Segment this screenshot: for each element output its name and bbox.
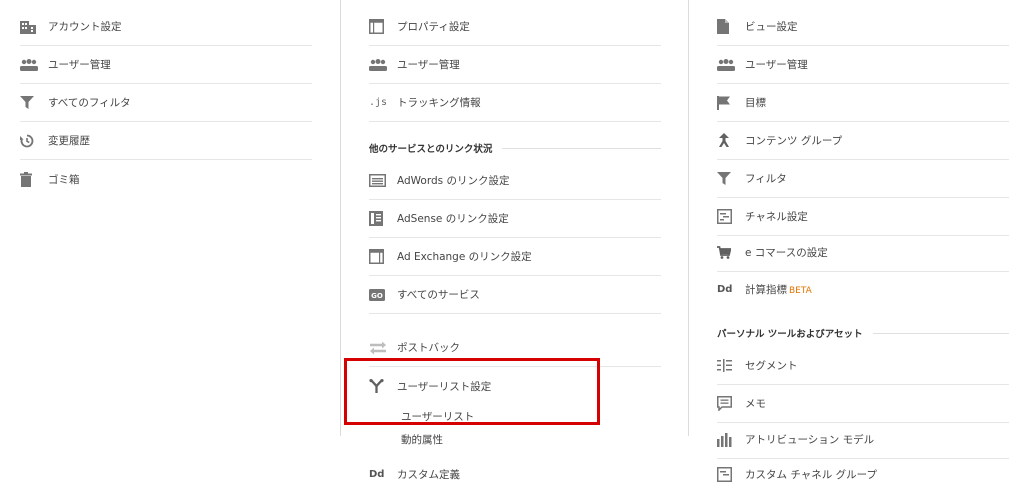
view-settings-label: ビュー設定 [745, 21, 798, 33]
channel-settings-label: チャネル設定 [745, 211, 808, 223]
note-icon [717, 396, 745, 411]
beta-badge: BETA [789, 285, 812, 296]
postback-icon [369, 340, 397, 356]
all-services-label: すべてのサービス [397, 289, 480, 301]
postback-item[interactable]: ポストバック [369, 329, 661, 367]
segment-icon [717, 359, 745, 372]
channel-settings-item[interactable]: チャネル設定 [717, 198, 1009, 236]
view-user-management-label: ユーザー管理 [745, 59, 808, 71]
account-user-management-item[interactable]: ユーザー管理 [20, 46, 312, 84]
goals-item[interactable]: 目標 [717, 84, 1009, 122]
trash-icon [20, 171, 48, 187]
content-grouping-label: コンテンツ グループ [745, 135, 843, 147]
custom-definitions-item[interactable]: Dd カスタム定義 [369, 455, 661, 493]
property-settings-item[interactable]: プロパティ設定 [369, 8, 661, 46]
custom-channel-grouping-item[interactable]: カスタム チャネル グループ [717, 455, 1009, 493]
adsense-icon [369, 211, 397, 226]
notes-label: メモ [745, 398, 766, 410]
segments-label: セグメント [745, 360, 798, 372]
view-column: ビュー設定 ユーザー管理 目標 コンテンツ グループ フィルタ チャネル設定 e… [688, 0, 1009, 482]
view-filters-item[interactable]: フィルタ [717, 160, 1009, 198]
trash-label: ゴミ箱 [48, 173, 80, 186]
dd-icon: Dd [717, 283, 733, 295]
attribution-models-label: アトリビューション モデル [745, 434, 875, 446]
dd-icon: Dd [369, 468, 385, 480]
calculated-metrics-item[interactable]: Dd 計算指標 BETA [717, 270, 1009, 308]
attribution-models-item[interactable]: アトリビューション モデル [717, 421, 1009, 459]
account-settings-label: アカウント設定 [48, 21, 122, 33]
dynamic-attributes-link[interactable]: 動的属性 [401, 432, 443, 447]
account-settings-item[interactable]: アカウント設定 [20, 8, 312, 46]
adwords-icon [369, 174, 397, 187]
adsense-link-item[interactable]: AdSense のリンク設定 [369, 200, 661, 238]
property-column: プロパティ設定 ユーザー管理 .js トラッキング情報 他のサービスとのリンク状… [340, 0, 661, 481]
view-filters-label: フィルタ [745, 173, 787, 185]
filter-icon [717, 172, 745, 185]
flag-icon [717, 95, 745, 110]
bar-chart-icon [717, 432, 745, 447]
custom-definitions-label: カスタム定義 [397, 468, 460, 481]
channel-icon [717, 209, 745, 224]
postback-label: ポストバック [397, 342, 460, 354]
custom-channel-grouping-label: カスタム チャネル グループ [745, 468, 877, 481]
change-history-label: 変更履歴 [48, 135, 90, 147]
change-history-item[interactable]: 変更履歴 [20, 122, 312, 160]
all-filters-label: すべてのフィルタ [48, 97, 131, 109]
view-settings-item[interactable]: ビュー設定 [717, 8, 1009, 46]
goals-label: 目標 [745, 97, 766, 109]
account-user-management-label: ユーザー管理 [48, 59, 111, 71]
js-icon: .js [369, 97, 388, 108]
user-list-settings-item[interactable]: ユーザーリスト設定 [369, 367, 661, 405]
content-grouping-item[interactable]: コンテンツ グループ [717, 122, 1009, 160]
window-icon [369, 249, 397, 264]
svg-text:GO: GO [371, 291, 383, 299]
personal-tools-section-title: パーソナル ツールおよびアセット [717, 325, 1009, 341]
adwords-link-item[interactable]: AdWords のリンク設定 [369, 162, 661, 200]
people-icon [369, 58, 397, 71]
property-settings-label: プロパティ設定 [397, 21, 470, 33]
user-list-settings-label: ユーザーリスト設定 [397, 380, 492, 393]
adsense-link-label: AdSense のリンク設定 [397, 213, 509, 225]
ad-exchange-link-label: Ad Exchange のリンク設定 [397, 251, 532, 263]
notes-item[interactable]: メモ [717, 385, 1009, 423]
cart-icon [717, 246, 745, 259]
building-icon [20, 20, 48, 34]
ecommerce-settings-label: e コマースの設定 [745, 247, 828, 259]
filter-icon [20, 96, 48, 109]
property-user-management-label: ユーザー管理 [397, 59, 460, 71]
trash-item[interactable]: ゴミ箱 [20, 160, 312, 198]
segments-item[interactable]: セグメント [717, 347, 1009, 385]
document-icon [717, 19, 745, 34]
all-filters-item[interactable]: すべてのフィルタ [20, 84, 312, 122]
user-list-link[interactable]: ユーザーリスト [401, 409, 474, 424]
people-icon [717, 58, 745, 71]
fork-icon [369, 378, 397, 394]
person-arrow-icon [717, 133, 745, 148]
go-icon: GO [369, 288, 397, 301]
all-services-item[interactable]: GO すべてのサービス [369, 276, 661, 314]
history-icon [20, 134, 48, 148]
tracking-info-label: トラッキング情報 [397, 97, 481, 109]
people-icon [20, 58, 48, 71]
linked-services-section-title: 他のサービスとのリンク状況 [369, 140, 661, 156]
window-icon [369, 19, 397, 34]
view-user-management-item[interactable]: ユーザー管理 [717, 46, 1009, 84]
adwords-link-label: AdWords のリンク設定 [397, 175, 510, 187]
ad-exchange-link-item[interactable]: Ad Exchange のリンク設定 [369, 238, 661, 276]
ecommerce-settings-item[interactable]: e コマースの設定 [717, 234, 1009, 272]
property-user-management-item[interactable]: ユーザー管理 [369, 46, 661, 84]
channel-icon [717, 466, 745, 482]
calculated-metrics-label: 計算指標 BETA [745, 283, 812, 296]
tracking-info-item[interactable]: .js トラッキング情報 [369, 84, 661, 122]
